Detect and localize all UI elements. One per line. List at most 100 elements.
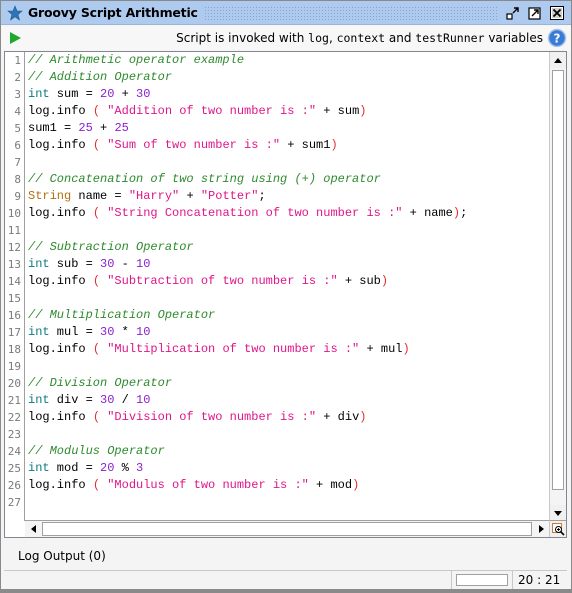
vertical-scrollbar[interactable] xyxy=(549,52,566,521)
code-token-num: 10 xyxy=(136,257,151,271)
code-token-comment: // Modulus Operator xyxy=(28,444,165,458)
code-token-kw: int xyxy=(28,461,50,475)
code-line[interactable] xyxy=(28,426,548,443)
code-line[interactable]: int mul = 30 * 10 xyxy=(28,324,548,341)
code-line[interactable]: int sum = 20 + 30 xyxy=(28,86,548,103)
hint-sep: and xyxy=(385,31,416,45)
code-line[interactable]: int mod = 20 % 3 xyxy=(28,460,548,477)
code-token-paren: ) xyxy=(352,478,360,492)
code-token-num: 25 xyxy=(78,121,93,135)
code-line[interactable]: log.info ( "Modulus of two number is :" … xyxy=(28,477,548,494)
hint-prefix: Script is invoked with xyxy=(176,31,309,45)
code-line[interactable]: // Addition Operator xyxy=(28,69,548,86)
code-token-str: "Subtraction of two number is :" xyxy=(107,274,338,288)
script-editor[interactable]: 1 2 3 4 5 6 7 8 9 10 11 12 13 14 15 16 17 18 19 20 21 22 23 24 2… xyxy=(4,51,567,538)
line-number: 27 xyxy=(7,496,21,509)
code-line[interactable] xyxy=(28,290,548,307)
code-token-comment: // Subtraction Operator xyxy=(28,240,194,254)
maximize-button[interactable] xyxy=(527,5,543,21)
code-line[interactable]: int sub = 30 - 10 xyxy=(28,256,548,273)
code-line[interactable]: log.info ( "Multiplication of two number… xyxy=(28,341,548,358)
code-line[interactable] xyxy=(28,358,548,375)
run-button[interactable] xyxy=(6,29,24,47)
code-token-plain: mul = xyxy=(49,325,101,339)
code-token-plain: * xyxy=(114,325,137,339)
hint-var-testrunner: testRunner xyxy=(415,31,485,45)
code-token-num: 30 xyxy=(100,393,115,407)
line-number: 5 xyxy=(14,122,21,135)
code-line[interactable]: // Division Operator xyxy=(28,375,548,392)
code-line[interactable]: int div = 30 / 10 xyxy=(28,392,548,409)
code-token-plain: log.info xyxy=(28,410,93,424)
line-number-gutter: 1 2 3 4 5 6 7 8 9 10 11 12 13 14 15 16 17 18 19 20 21 22 23 24 2… xyxy=(5,52,25,521)
scroll-up-button[interactable] xyxy=(550,52,566,68)
line-number: 24 xyxy=(7,445,21,458)
close-button[interactable] xyxy=(549,5,565,21)
zoom-button[interactable] xyxy=(549,520,566,537)
horizontal-scroll-thumb[interactable] xyxy=(42,522,532,536)
maximize-icon xyxy=(528,6,541,20)
code-token-plain: log.info xyxy=(28,138,93,152)
line-number: 15 xyxy=(7,292,21,305)
code-line[interactable]: log.info ( "String Concatenation of two … xyxy=(28,205,548,222)
code-line[interactable] xyxy=(28,222,548,239)
scroll-left-button[interactable] xyxy=(25,521,41,537)
log-output-tab[interactable]: Log Output (0) xyxy=(18,549,106,563)
code-token-paren: ( xyxy=(92,274,101,288)
scroll-down-button[interactable] xyxy=(550,505,566,521)
code-line[interactable]: sum1 = 25 + 25 xyxy=(28,120,548,137)
vertical-scroll-thumb[interactable] xyxy=(552,70,564,490)
code-line[interactable]: // Subtraction Operator xyxy=(28,239,548,256)
code-token-num: 3 xyxy=(136,461,144,475)
code-line[interactable]: log.info ( "Division of two number is :"… xyxy=(28,409,548,426)
code-token-plain: + mod xyxy=(308,478,353,492)
code-area[interactable]: // Arithmetic operator example // Additio… xyxy=(28,52,548,521)
arrow-up-icon xyxy=(554,57,562,63)
code-token-str: "Division of two number is :" xyxy=(107,410,317,424)
window-bottom-border xyxy=(1,589,572,592)
groovy-script-window: Groovy Script Arithmetic Script is invok… xyxy=(0,0,572,593)
code-token-plain: sub = xyxy=(49,257,101,271)
line-number: 12 xyxy=(7,241,21,254)
code-line[interactable]: log.info ( "Subtraction of two number is… xyxy=(28,273,548,290)
code-token-comment: // Arithmetic operator example xyxy=(28,53,245,67)
code-token-plain: sum = xyxy=(49,87,101,101)
code-token-kw: int xyxy=(28,393,50,407)
help-button[interactable]: ? xyxy=(547,28,567,48)
code-line[interactable]: String name = "Harry" + "Potter"; xyxy=(28,188,548,205)
detach-button[interactable] xyxy=(505,5,521,21)
code-token-comment: // Multiplication Operator xyxy=(28,308,216,322)
line-number: 22 xyxy=(7,411,21,424)
code-token-plain: + div xyxy=(316,410,360,424)
code-line[interactable] xyxy=(28,494,548,511)
line-number: 11 xyxy=(7,224,21,237)
code-line[interactable]: // Arithmetic operator example xyxy=(28,52,548,69)
code-token-paren: ( xyxy=(92,342,101,356)
line-number: 7 xyxy=(14,156,21,169)
code-line[interactable]: // Modulus Operator xyxy=(28,443,548,460)
code-token-plain: - xyxy=(114,257,137,271)
code-token-str: "Modulus of two number is :" xyxy=(107,478,309,492)
code-token-num: 10 xyxy=(136,325,151,339)
code-token-plain: log.info xyxy=(28,342,93,356)
code-token-num: 30 xyxy=(100,257,115,271)
code-line[interactable]: // Multiplication Operator xyxy=(28,307,548,324)
horizontal-scrollbar[interactable] xyxy=(25,520,549,537)
code-line[interactable] xyxy=(28,154,548,171)
code-line[interactable]: // Concatenation of two string using (+)… xyxy=(28,171,548,188)
script-variables-hint: Script is invoked with log, context and … xyxy=(24,31,547,45)
line-number: 8 xyxy=(14,173,21,186)
code-line[interactable]: log.info ( "Sum of two number is :" + su… xyxy=(28,137,548,154)
code-token-paren: ( xyxy=(92,206,101,220)
run-icon xyxy=(10,32,21,44)
svg-text:?: ? xyxy=(554,32,561,46)
scroll-right-button[interactable] xyxy=(533,521,549,537)
code-token-comment: // Concatenation of two string using (+)… xyxy=(28,172,381,186)
code-token-paren: ( xyxy=(92,410,101,424)
code-line[interactable]: log.info ( "Addition of two number is :"… xyxy=(28,103,548,120)
code-token-str: "Multiplication of two number is :" xyxy=(107,342,360,356)
status-message-area xyxy=(4,571,452,589)
title-bar[interactable]: Groovy Script Arithmetic xyxy=(1,1,571,25)
code-token-paren: ) xyxy=(359,410,367,424)
code-token-paren: ( xyxy=(92,104,101,118)
